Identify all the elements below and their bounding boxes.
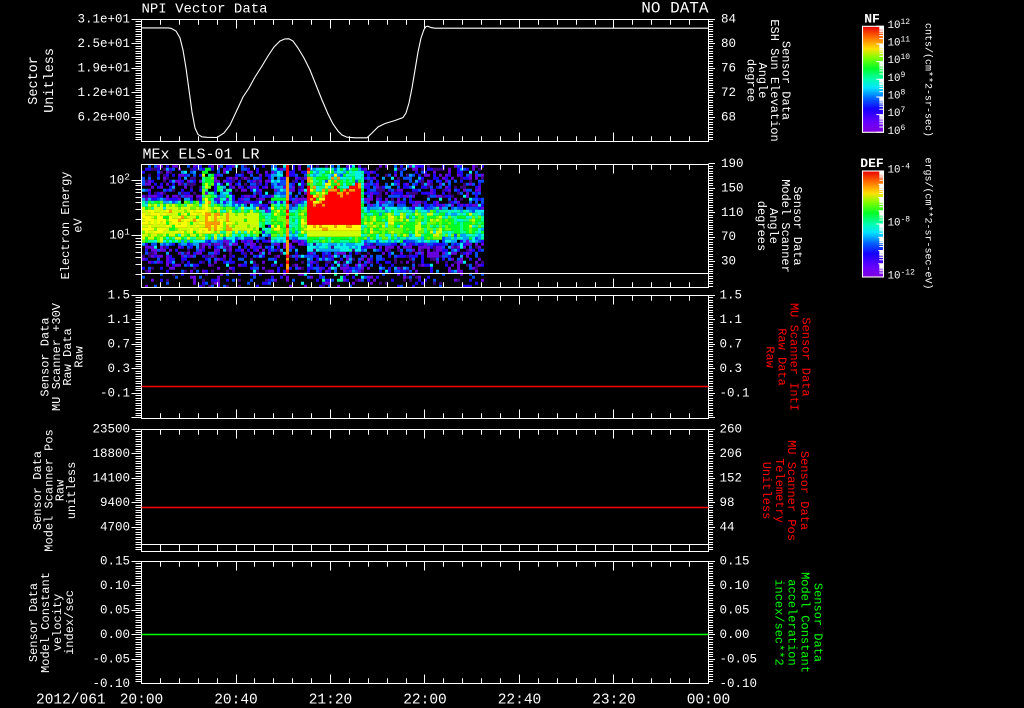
svg-text:1.1: 1.1 — [720, 313, 743, 327]
svg-text:3.1e+01: 3.1e+01 — [77, 13, 130, 27]
svg-text:30: 30 — [721, 255, 736, 269]
svg-text:0.00: 0.00 — [720, 628, 750, 642]
svg-text:Sensor DataModel Constantaccel: Sensor DataModel Constantaccelerationinc… — [772, 572, 825, 673]
svg-text:76: 76 — [721, 62, 736, 76]
svg-text:4700: 4700 — [100, 520, 130, 534]
svg-text:0.10: 0.10 — [100, 579, 130, 593]
svg-text:2012/061: 2012/061 — [36, 693, 106, 708]
svg-text:1.2e+01: 1.2e+01 — [77, 86, 130, 100]
svg-text:44: 44 — [720, 520, 735, 534]
svg-text:0.15: 0.15 — [100, 555, 130, 569]
svg-text:0.7: 0.7 — [107, 338, 130, 352]
svg-text:2.5e+01: 2.5e+01 — [77, 37, 130, 51]
svg-text:23:20: 23:20 — [592, 693, 636, 708]
svg-text:20:40: 20:40 — [214, 693, 258, 708]
svg-text:-0.1: -0.1 — [100, 386, 130, 400]
svg-text:-0.10: -0.10 — [92, 677, 130, 691]
svg-text:0.7: 0.7 — [720, 338, 743, 352]
svg-text:6.2e+00: 6.2e+00 — [77, 110, 130, 124]
svg-text:0.15: 0.15 — [720, 555, 750, 569]
svg-text:0.10: 0.10 — [720, 579, 750, 593]
svg-text:NO DATA: NO DATA — [641, 0, 709, 18]
svg-text:23500: 23500 — [92, 423, 130, 437]
svg-text:0.00: 0.00 — [100, 628, 130, 642]
svg-text:1.9e+01: 1.9e+01 — [77, 62, 130, 76]
svg-text:00:00: 00:00 — [687, 693, 731, 708]
svg-text:NPI Vector Data: NPI Vector Data — [142, 2, 268, 18]
svg-text:9400: 9400 — [100, 496, 130, 510]
svg-text:-0.05: -0.05 — [720, 652, 758, 666]
svg-text:110: 110 — [721, 206, 744, 220]
svg-text:72: 72 — [721, 86, 736, 100]
svg-text:MEx ELS-01 LR: MEx ELS-01 LR — [143, 147, 260, 164]
svg-text:152: 152 — [720, 472, 743, 486]
svg-text:150: 150 — [721, 181, 744, 195]
svg-text:-0.05: -0.05 — [92, 652, 130, 666]
svg-text:1.5: 1.5 — [107, 289, 130, 303]
svg-text:260: 260 — [720, 423, 743, 437]
svg-text:84: 84 — [721, 13, 736, 27]
svg-text:21:20: 21:20 — [309, 693, 353, 708]
svg-text:1.1: 1.1 — [107, 313, 130, 327]
svg-text:18800: 18800 — [92, 447, 130, 461]
svg-text:0.3: 0.3 — [720, 362, 743, 376]
svg-text:0.05: 0.05 — [100, 604, 130, 618]
svg-text:1.5: 1.5 — [720, 289, 743, 303]
svg-text:206: 206 — [720, 447, 743, 461]
svg-text:22:00: 22:00 — [403, 693, 447, 708]
svg-text:98: 98 — [720, 496, 735, 510]
svg-text:80: 80 — [721, 37, 736, 51]
svg-text:-0.1: -0.1 — [720, 386, 750, 400]
svg-text:-0.10: -0.10 — [720, 677, 758, 691]
svg-text:20:00: 20:00 — [120, 693, 164, 708]
svg-text:14100: 14100 — [92, 472, 130, 486]
svg-text:DEF: DEF — [860, 156, 884, 171]
svg-text:70: 70 — [721, 230, 736, 244]
svg-text:NF: NF — [864, 11, 880, 26]
svg-text:cnts/(cm**2-sr-sec): cnts/(cm**2-sr-sec) — [922, 23, 934, 137]
svg-text:0.05: 0.05 — [720, 604, 750, 618]
svg-text:22:40: 22:40 — [498, 693, 542, 708]
svg-text:0.3: 0.3 — [107, 362, 130, 376]
svg-text:68: 68 — [721, 110, 736, 124]
svg-text:SectorUnitless: SectorUnitless — [27, 48, 58, 113]
svg-text:190: 190 — [721, 157, 744, 171]
svg-text:ergs/(cm**2-sr-sec-eV): ergs/(cm**2-sr-sec-eV) — [922, 157, 934, 289]
